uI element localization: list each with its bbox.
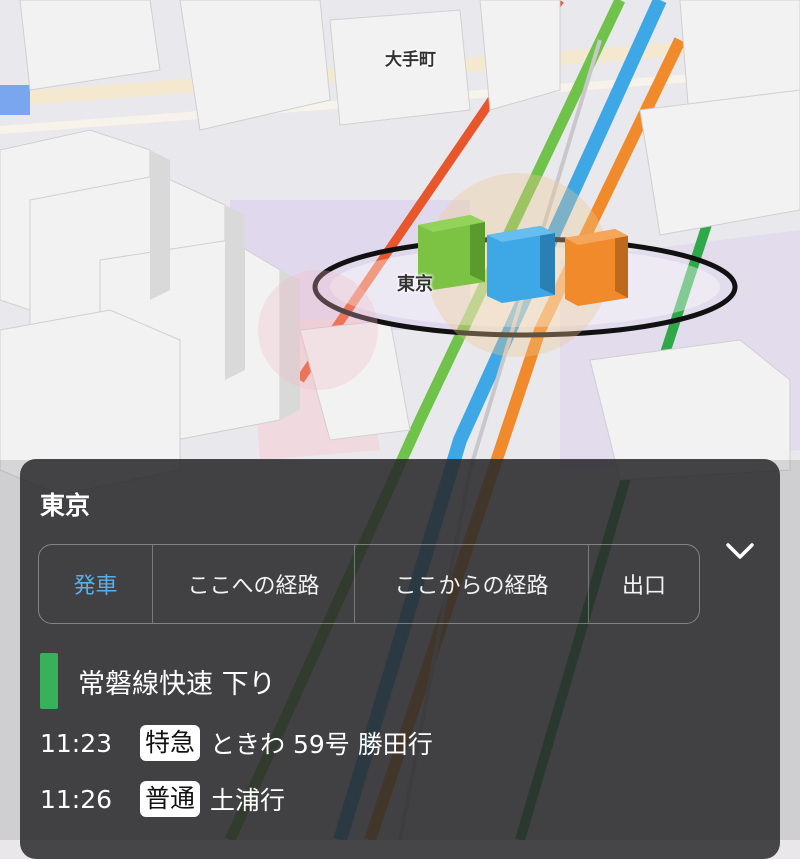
departure-destination: 土浦行	[210, 786, 286, 815]
train-type-badge: 特急	[140, 725, 201, 761]
train-type-badge: 普通	[140, 781, 201, 817]
line-color-bar	[40, 653, 58, 709]
line-name: 常磐線快速 下り	[78, 668, 276, 700]
chevron-down-icon	[726, 543, 754, 559]
line-header[interactable]: 常磐線快速 下り	[40, 653, 276, 709]
tab-exits[interactable]: 出口	[589, 545, 699, 623]
departure-time: 11:26	[40, 784, 113, 814]
tab-route-from-here[interactable]: ここからの経路	[355, 545, 589, 623]
tab-departures[interactable]: 発車	[39, 545, 153, 623]
station-tabs: 発車 ここへの経路 ここからの経路 出口	[38, 544, 700, 624]
map-label-otemachi: 大手町	[385, 50, 436, 70]
tab-route-to-here[interactable]: ここへの経路	[153, 545, 355, 623]
station-info-panel: 東京 発車 ここへの経路 ここからの経路 出口 常磐線快速 下り 11:23 特…	[20, 459, 780, 859]
collapse-panel-button[interactable]	[718, 531, 762, 571]
map-label-tokyo-station[interactable]: 東京	[397, 270, 433, 296]
departure-time: 11:23	[40, 728, 113, 758]
station-title: 東京	[40, 491, 91, 520]
departure-row[interactable]: 11:26 普通 土浦行	[40, 779, 285, 819]
departure-destination: ときわ 59号 勝田行	[210, 730, 433, 759]
departure-row[interactable]: 11:23 特急 ときわ 59号 勝田行	[40, 723, 433, 763]
